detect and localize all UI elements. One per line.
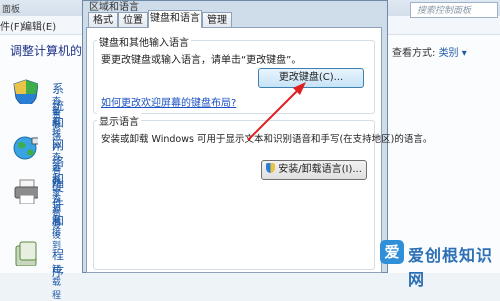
red-arrow-annotation xyxy=(247,82,306,141)
tab-keyboards-languages[interactable]: 键盘和语言 xyxy=(148,10,202,28)
watermark-logo: 爱 xyxy=(380,240,404,264)
watermark-text: 爱创根知识网 xyxy=(408,246,494,289)
